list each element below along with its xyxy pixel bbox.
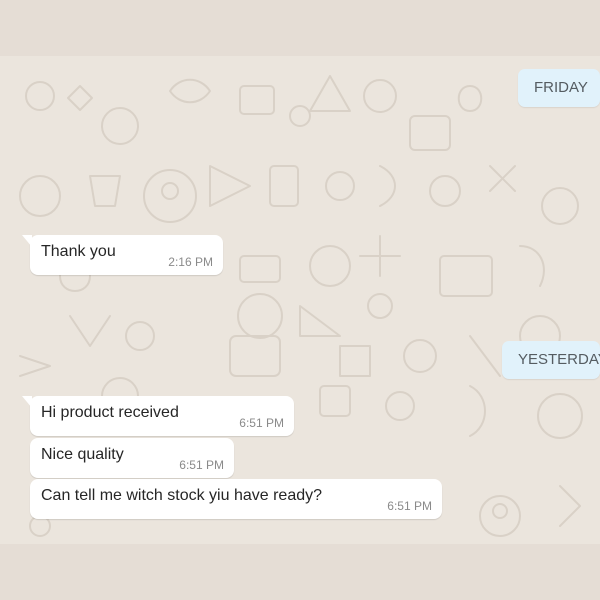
message-bubble[interactable]: Hi product received 6:51 PM [22,396,294,436]
bubble-tail [22,235,32,247]
message-time: 6:51 PM [179,458,224,472]
date-chip-friday: FRIDAY [518,69,600,107]
message-text: Can tell me witch stock yiu have ready? [41,487,323,504]
message-text: Hi product received [41,404,179,421]
message-time: 6:51 PM [239,416,284,430]
message-bubble[interactable]: Can tell me witch stock yiu have ready? … [30,479,442,519]
message-bubble[interactable]: Thank you 2:16 PM [22,235,223,275]
message-time: 2:16 PM [168,255,213,269]
bubble-tail [22,396,32,408]
message-time: 6:51 PM [387,499,432,513]
message-text: Thank you [41,243,116,260]
message-bubble[interactable]: Nice quality 6:51 PM [30,438,234,478]
chat-screen: FRIDAY Thank you 2:16 PM YESTERDAY Hi pr… [0,0,600,600]
date-chip-yesterday: YESTERDAY [502,341,600,379]
message-text: Nice quality [41,446,124,463]
